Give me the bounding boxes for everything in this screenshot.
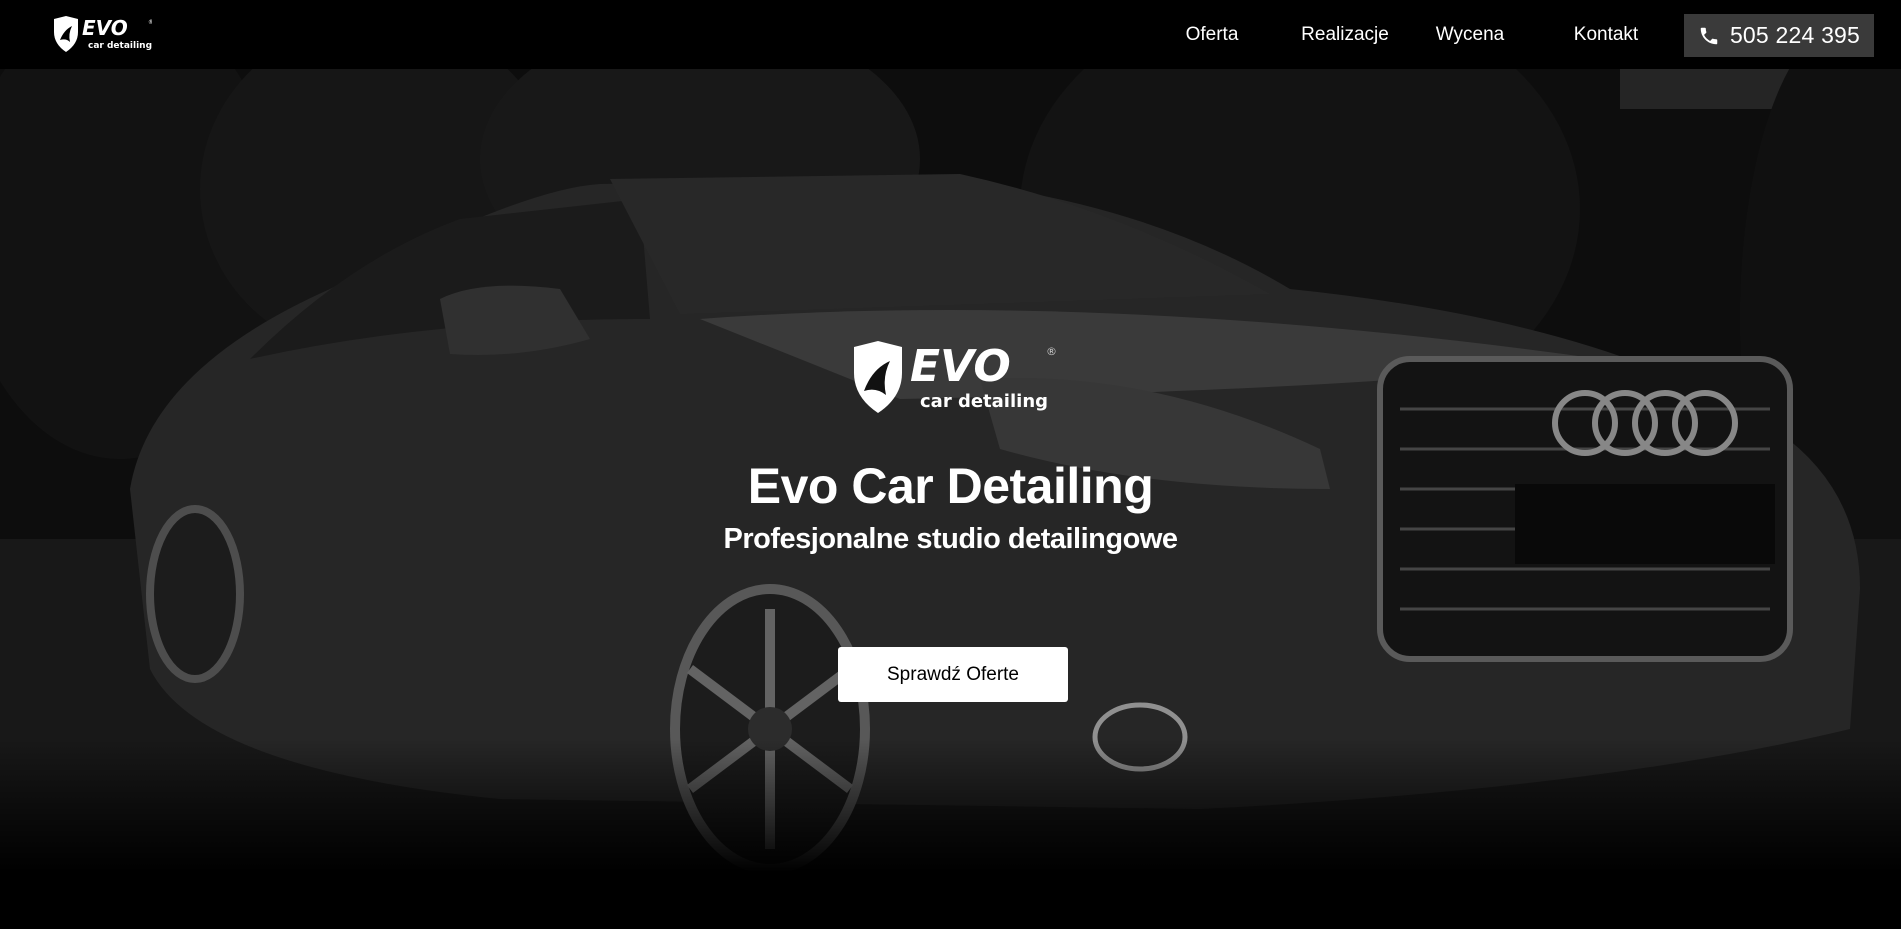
nav-oferta[interactable]: Oferta [1167, 24, 1257, 46]
page-bottom-band [0, 879, 1901, 929]
nav-realizacje[interactable]: Realizacje [1290, 24, 1400, 46]
svg-text:®: ® [1046, 345, 1057, 358]
svg-text:car detailing: car detailing [88, 41, 152, 51]
phone-button[interactable]: 505 224 395 [1684, 14, 1874, 57]
svg-text:EVO: EVO [910, 341, 1011, 392]
hero-content: EVO ® car detailing Evo Car Detailing Pr… [0, 69, 1901, 879]
hero-title: Evo Car Detailing [747, 458, 1154, 514]
svg-text:car detailing: car detailing [920, 391, 1048, 412]
evo-hero-logo: EVO ® car detailing [854, 341, 1057, 413]
svg-text:®: ® [148, 19, 152, 26]
site-header: EVO ® car detailing Oferta Realizacje Wy… [0, 0, 1901, 69]
svg-text:EVO: EVO [82, 16, 128, 40]
nav-wycena[interactable]: Wycena [1425, 24, 1515, 46]
hero-subtitle: Profesjonalne studio detailingowe [723, 523, 1179, 555]
phone-number: 505 224 395 [1729, 22, 1861, 48]
hero-section: EVO ® car detailing Evo Car Detailing Pr… [0, 69, 1901, 879]
evo-logo[interactable]: EVO ® car detailing [52, 16, 152, 54]
phone-icon [1700, 27, 1718, 44]
check-offer-button[interactable]: Sprawdź Oferte [838, 647, 1068, 702]
nav-kontakt[interactable]: Kontakt [1561, 24, 1651, 46]
